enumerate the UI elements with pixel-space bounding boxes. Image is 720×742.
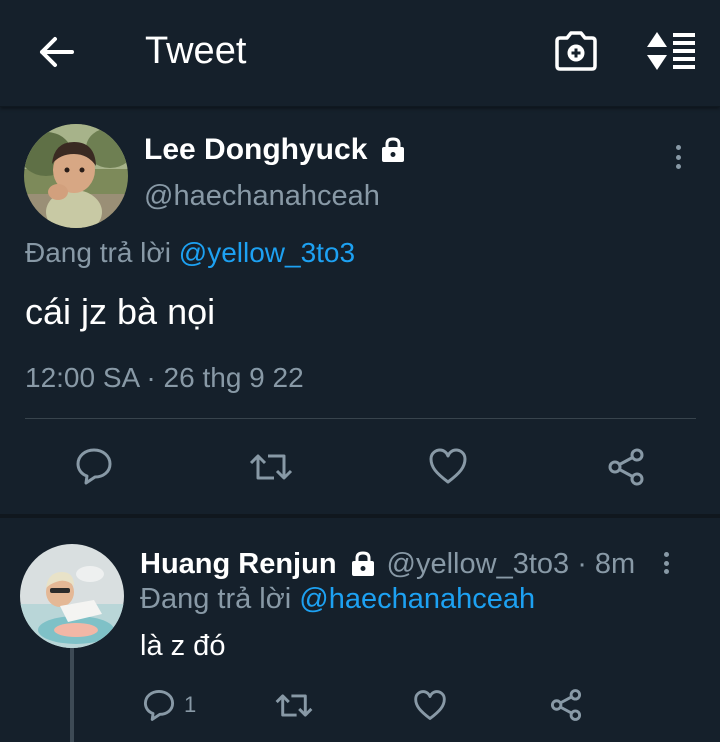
- comment-icon: [143, 689, 175, 721]
- sort-list-icon: [647, 32, 695, 70]
- avatar[interactable]: [20, 544, 124, 648]
- section-separator: [0, 514, 720, 518]
- sort-button[interactable]: [643, 29, 699, 73]
- camera-button[interactable]: [553, 30, 599, 72]
- top-app-bar: Tweet: [0, 0, 720, 107]
- lock-icon: [382, 137, 405, 162]
- replying-to: Đang trả lời @yellow_3to3: [25, 236, 355, 270]
- retweet-icon: [275, 694, 313, 717]
- share-button[interactable]: [549, 688, 583, 722]
- author-handle[interactable]: @haechanahceah: [144, 178, 380, 214]
- mention-link[interactable]: @yellow_3to3: [179, 237, 355, 268]
- more-options-button[interactable]: [672, 145, 684, 169]
- comment-icon: [76, 448, 112, 485]
- heart-icon: [414, 690, 446, 720]
- arrow-left-icon: [40, 37, 74, 67]
- replying-to-label: Đang trả lời: [25, 237, 171, 268]
- mention-link[interactable]: @haechanahceah: [299, 583, 535, 615]
- page-title: Tweet: [145, 30, 247, 72]
- dot-icon: [663, 569, 669, 574]
- avatar[interactable]: [24, 124, 128, 228]
- reply-count: 1: [184, 692, 197, 717]
- tweet-text: cái jz bà nọi: [25, 291, 216, 332]
- dot-icon: [675, 164, 681, 169]
- reply-header: Huang Renjun @yellow_3to3 · 8m: [140, 546, 635, 582]
- retweet-icon: [249, 454, 293, 480]
- reply-button[interactable]: [74, 446, 114, 486]
- heart-icon: [429, 448, 467, 484]
- tweet-text: là z đó: [140, 630, 226, 662]
- replying-to-label: Đang trả lời: [140, 583, 292, 615]
- reply-button[interactable]: 1: [142, 688, 196, 722]
- dot-icon: [675, 154, 681, 160]
- author-handle-time[interactable]: @yellow_3to3 · 8m: [387, 546, 636, 582]
- like-button[interactable]: [413, 689, 447, 721]
- lock-icon: [351, 551, 374, 576]
- dot-icon: [663, 560, 669, 566]
- more-options-button[interactable]: [660, 552, 672, 574]
- share-icon: [550, 689, 582, 721]
- replying-to: Đang trả lời @haechanahceah: [140, 582, 535, 616]
- share-button[interactable]: [606, 447, 646, 487]
- author-name-text: Lee Donghyuck: [144, 133, 368, 166]
- retweet-button[interactable]: [248, 448, 294, 486]
- tweet-timestamp: 12:00 SA · 26 thg 9 22: [25, 362, 304, 393]
- author-name[interactable]: Huang Renjun: [140, 546, 337, 582]
- dot-icon: [675, 145, 681, 150]
- dot-icon: [663, 552, 669, 557]
- divider: [25, 418, 696, 419]
- like-button[interactable]: [428, 447, 468, 485]
- share-icon: [608, 448, 644, 486]
- author-name[interactable]: Lee Donghyuck: [144, 131, 407, 169]
- back-button[interactable]: [34, 32, 78, 72]
- camera-add-icon: [555, 31, 597, 71]
- retweet-button[interactable]: [274, 689, 314, 722]
- thread-line: [70, 648, 74, 742]
